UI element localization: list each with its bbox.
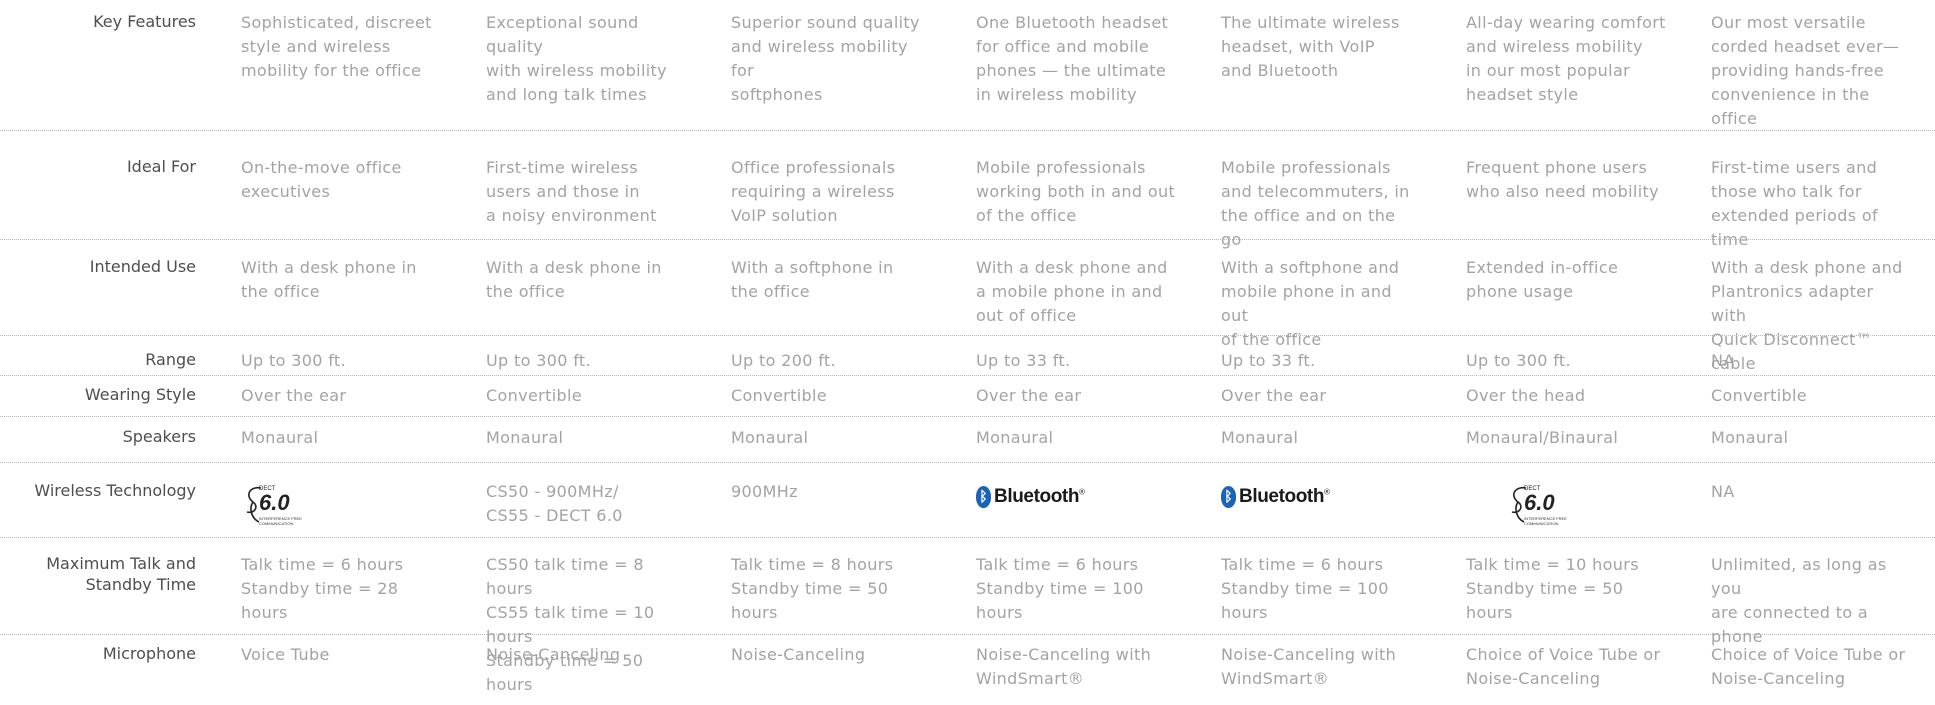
table-cell: Office professionals requiring a wireles… [731, 158, 896, 225]
table-cell: Choice of Voice Tube or Noise-Canceling [1711, 645, 1906, 688]
table-cell: Choice of Voice Tube or Noise-Canceling [1466, 645, 1661, 688]
table-cell: Over the ear [976, 386, 1082, 405]
table-cell: Monaural [731, 428, 809, 447]
table-cell: Over the ear [1221, 386, 1327, 405]
table-cell: Up to 200 ft. [731, 351, 836, 370]
row-label: Intended Use [89, 257, 196, 276]
bluetooth-wordmark: Bluetooth [1239, 486, 1325, 507]
table-cell: Unlimited, as long as you are connected … [1711, 555, 1887, 646]
table-cell: Convertible [731, 386, 828, 405]
table-cell: CS50 - 900MHz/ CS55 - DECT 6.0 [486, 482, 623, 525]
row-label: Speakers [122, 427, 196, 446]
table-cell: Monaural [486, 428, 564, 447]
row-label: Ideal For [126, 157, 196, 176]
table-cell: Monaural [1221, 428, 1299, 447]
row-label: Microphone [102, 644, 196, 663]
dect-number: 6.0 [259, 490, 290, 515]
table-cell: Over the head [1466, 386, 1586, 405]
table-cell: Up to 33 ft. [1221, 351, 1316, 370]
table-cell: With a desk phone in the office [241, 258, 417, 301]
table-cell: Talk time = 8 hours Standby time = 50 ho… [731, 555, 894, 622]
table-cell: Superior sound quality and wireless mobi… [731, 13, 920, 104]
row-wireless-technology: Wireless Technology DECT 6.0 INTERFERENC… [0, 463, 1935, 538]
table-cell: Monaural/Binaural [1466, 428, 1619, 447]
table-cell: Voice Tube [241, 645, 330, 664]
table-cell: Talk time = 10 hours Standby time = 50 h… [1466, 555, 1639, 622]
table-cell: One Bluetooth headset for office and mob… [976, 13, 1169, 104]
table-cell: Up to 300 ft. [486, 351, 591, 370]
row-speakers: Speakers Monaural Monaural Monaural Mona… [0, 417, 1935, 463]
table-cell: 900MHz [731, 482, 798, 501]
table-cell: Frequent phone users who also need mobil… [1466, 158, 1659, 201]
row-intended-use: Intended Use With a desk phone in the of… [0, 240, 1935, 373]
table-cell: Over the ear [241, 386, 347, 405]
table-cell: Convertible [1711, 386, 1808, 405]
table-cell: Monaural [1711, 428, 1789, 447]
table-cell: Monaural [976, 428, 1054, 447]
table-cell: With a softphone in the office [731, 258, 894, 301]
table-cell: With a desk phone and a mobile phone in … [976, 258, 1168, 325]
dect-tagline: INTERFERENCE FREE COMMUNICATION [259, 516, 302, 526]
table-cell: Talk time = 6 hours Standby time = 28 ho… [241, 555, 404, 622]
table-cell: Mobile professionals and telecommuters, … [1221, 158, 1410, 249]
table-cell: Our most versatile corded headset ever— … [1711, 13, 1900, 128]
table-cell: Monaural [241, 428, 319, 447]
table-cell: NA [1711, 351, 1735, 370]
table-cell: First-time wireless users and those in a… [486, 158, 657, 225]
table-cell: Noise-Canceling [486, 645, 621, 664]
table-cell: Mobile professionals working both in and… [976, 158, 1176, 225]
bluetooth-logo: ᛒ Bluetooth® [1221, 486, 1330, 508]
table-cell: Noise-Canceling with WindSmart® [976, 645, 1152, 688]
row-label: Key Features [93, 12, 196, 31]
row-label: Wearing Style [84, 385, 196, 404]
table-cell: Exceptional sound quality with wireless … [486, 13, 667, 104]
dect-number: 6.0 [1524, 490, 1555, 515]
table-cell: Convertible [486, 386, 583, 405]
bluetooth-logo: ᛒ Bluetooth® [976, 486, 1085, 508]
table-cell: Up to 300 ft. [1466, 351, 1571, 370]
table-cell: Sophisticated, discreet style and wirele… [241, 13, 432, 80]
registered-mark: ® [1324, 487, 1330, 497]
table-cell: Noise-Canceling with WindSmart® [1221, 645, 1397, 688]
table-cell: All-day wearing comfort and wireless mob… [1466, 13, 1666, 104]
row-wearing-style: Wearing Style Over the ear Convertible C… [0, 376, 1935, 417]
table-cell: The ultimate wireless headset, with VoIP… [1221, 13, 1400, 80]
row-range: Range Up to 300 ft. Up to 300 ft. Up to … [0, 336, 1935, 376]
table-cell: On-the-move office executives [241, 158, 402, 201]
table-cell: With a desk phone in the office [486, 258, 662, 301]
row-microphone: Microphone Voice Tube Noise-Canceling No… [0, 635, 1935, 705]
registered-mark: ® [1079, 487, 1085, 497]
comparison-table: Key Features Sophisticated, discreet sty… [0, 0, 1935, 705]
dect-tagline: INTERFERENCE FREE COMMUNICATION [1524, 516, 1567, 526]
row-key-features: Key Features Sophisticated, discreet sty… [0, 0, 1935, 131]
table-cell: Noise-Canceling [731, 645, 866, 664]
bluetooth-icon: ᛒ [976, 486, 991, 508]
row-ideal-for: Ideal For On-the-move office executives … [0, 131, 1935, 249]
table-cell: Up to 300 ft. [241, 351, 346, 370]
row-label: Range [145, 350, 196, 369]
row-label: Wireless Technology [34, 481, 196, 500]
table-cell: Up to 33 ft. [976, 351, 1071, 370]
table-cell: Talk time = 6 hours Standby time = 100 h… [976, 555, 1144, 622]
table-cell: With a softphone and mobile phone in and… [1221, 258, 1400, 349]
dect-6-logo: DECT 6.0 INTERFERENCE FREE COMMUNICATION [1506, 484, 1576, 532]
bluetooth-wordmark: Bluetooth [994, 486, 1080, 507]
table-cell: Extended in-office phone usage [1466, 258, 1619, 301]
row-talk-standby-time: Maximum Talk and Standby Time Talk time … [0, 538, 1935, 694]
table-cell: Talk time = 6 hours Standby time = 100 h… [1221, 555, 1389, 622]
table-cell: First-time users and those who talk for … [1711, 158, 1878, 249]
bluetooth-icon: ᛒ [1221, 486, 1236, 508]
table-cell: NA [1711, 482, 1735, 501]
dect-6-logo: DECT 6.0 INTERFERENCE FREE COMMUNICATION [241, 484, 311, 532]
row-label: Maximum Talk and Standby Time [46, 554, 196, 594]
